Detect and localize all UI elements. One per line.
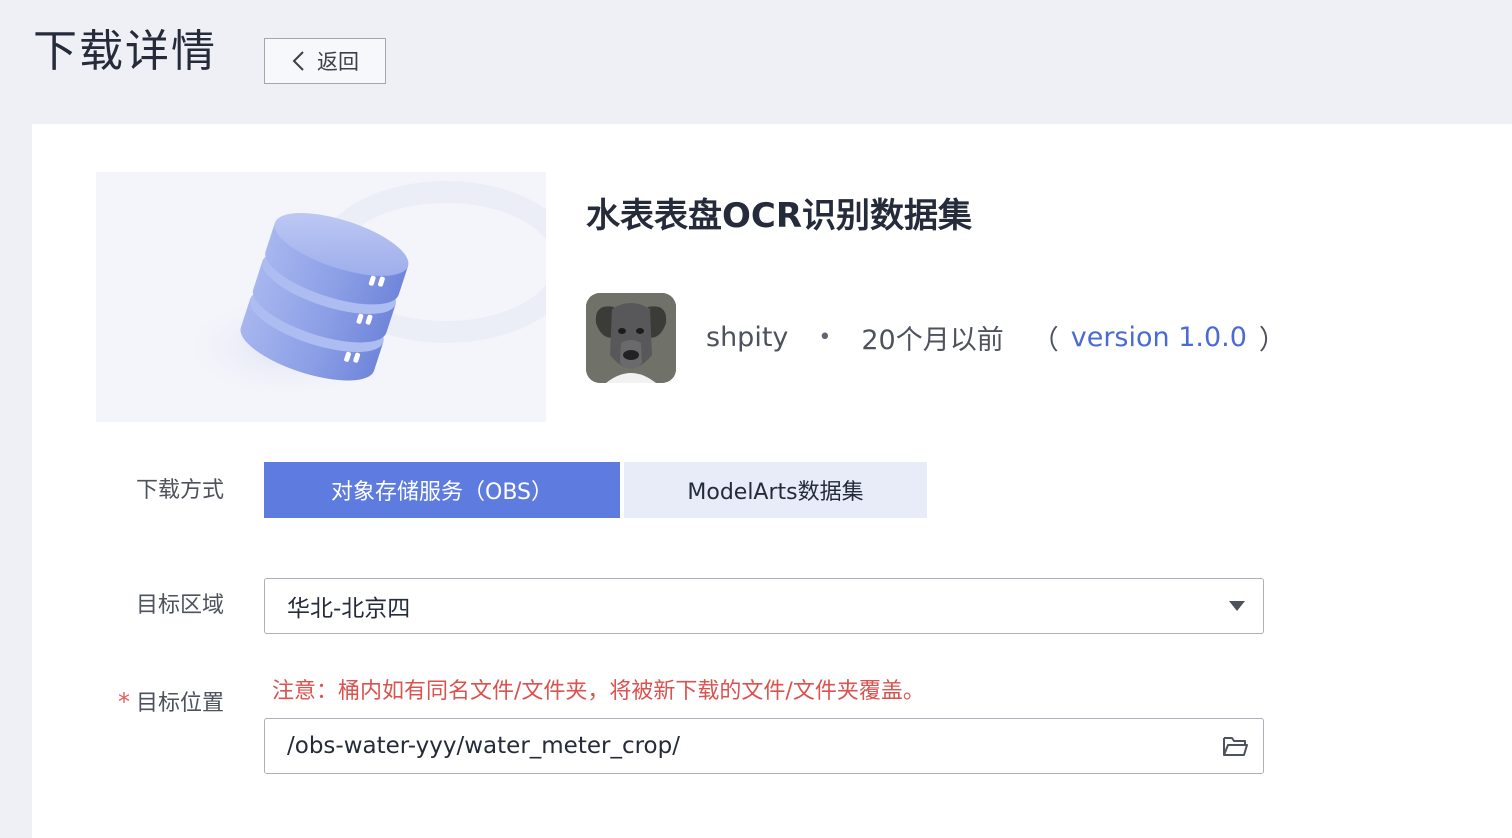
publish-time: 20个月以前 xyxy=(861,324,1004,356)
version-paren-close: ） xyxy=(1258,324,1286,356)
dog-avatar-icon xyxy=(586,293,676,383)
back-button[interactable]: 返回 xyxy=(264,38,386,84)
version-paren-open: （ xyxy=(1031,324,1059,356)
page-title: 下载详情 xyxy=(33,26,217,77)
dataset-title: 水表表盘OCR识别数据集 xyxy=(586,196,973,236)
method-option-modelarts[interactable]: ModelArts数据集 xyxy=(624,462,927,518)
meta-separator: • xyxy=(818,324,832,350)
download-method-label: 下载方式 xyxy=(135,478,224,503)
target-location-input[interactable]: /obs-water-yyy/water_meter_crop/ xyxy=(264,718,1264,774)
target-location-label: * 目标位置 xyxy=(84,687,224,719)
download-method-group: 对象存储服务（OBS） ModelArts数据集 xyxy=(264,462,927,518)
target-location-text: 目标位置 xyxy=(135,691,224,716)
download-card: 水表表盘OCR识别数据集 shpity • 20个月以前 （ version 1… xyxy=(32,124,1512,838)
database-icon xyxy=(176,181,546,402)
required-asterisk: * xyxy=(117,688,130,716)
back-button-label: 返回 xyxy=(317,50,359,74)
dataset-cover xyxy=(96,172,546,422)
caret-down-icon xyxy=(1229,601,1245,611)
author-avatar[interactable] xyxy=(586,293,676,383)
overwrite-warning: 注意：桶内如有同名文件/文件夹，将被新下载的文件/文件夹覆盖。 xyxy=(272,679,925,704)
folder-open-icon[interactable] xyxy=(1221,732,1249,760)
target-region-value: 华北-北京四 xyxy=(287,596,411,622)
page-header: 下载详情 返回 xyxy=(0,0,1512,122)
target-region-label: 目标区域 xyxy=(135,593,224,618)
chevron-left-icon xyxy=(292,51,304,71)
method-option-obs[interactable]: 对象存储服务（OBS） xyxy=(264,462,620,518)
target-region-select[interactable]: 华北-北京四 xyxy=(264,578,1264,634)
dataset-meta: shpity • 20个月以前 （ version 1.0.0 ） xyxy=(706,314,1286,360)
author-name[interactable]: shpity xyxy=(706,322,788,353)
version-link[interactable]: version 1.0.0 xyxy=(1071,322,1247,353)
target-location-value: /obs-water-yyy/water_meter_crop/ xyxy=(287,733,680,759)
